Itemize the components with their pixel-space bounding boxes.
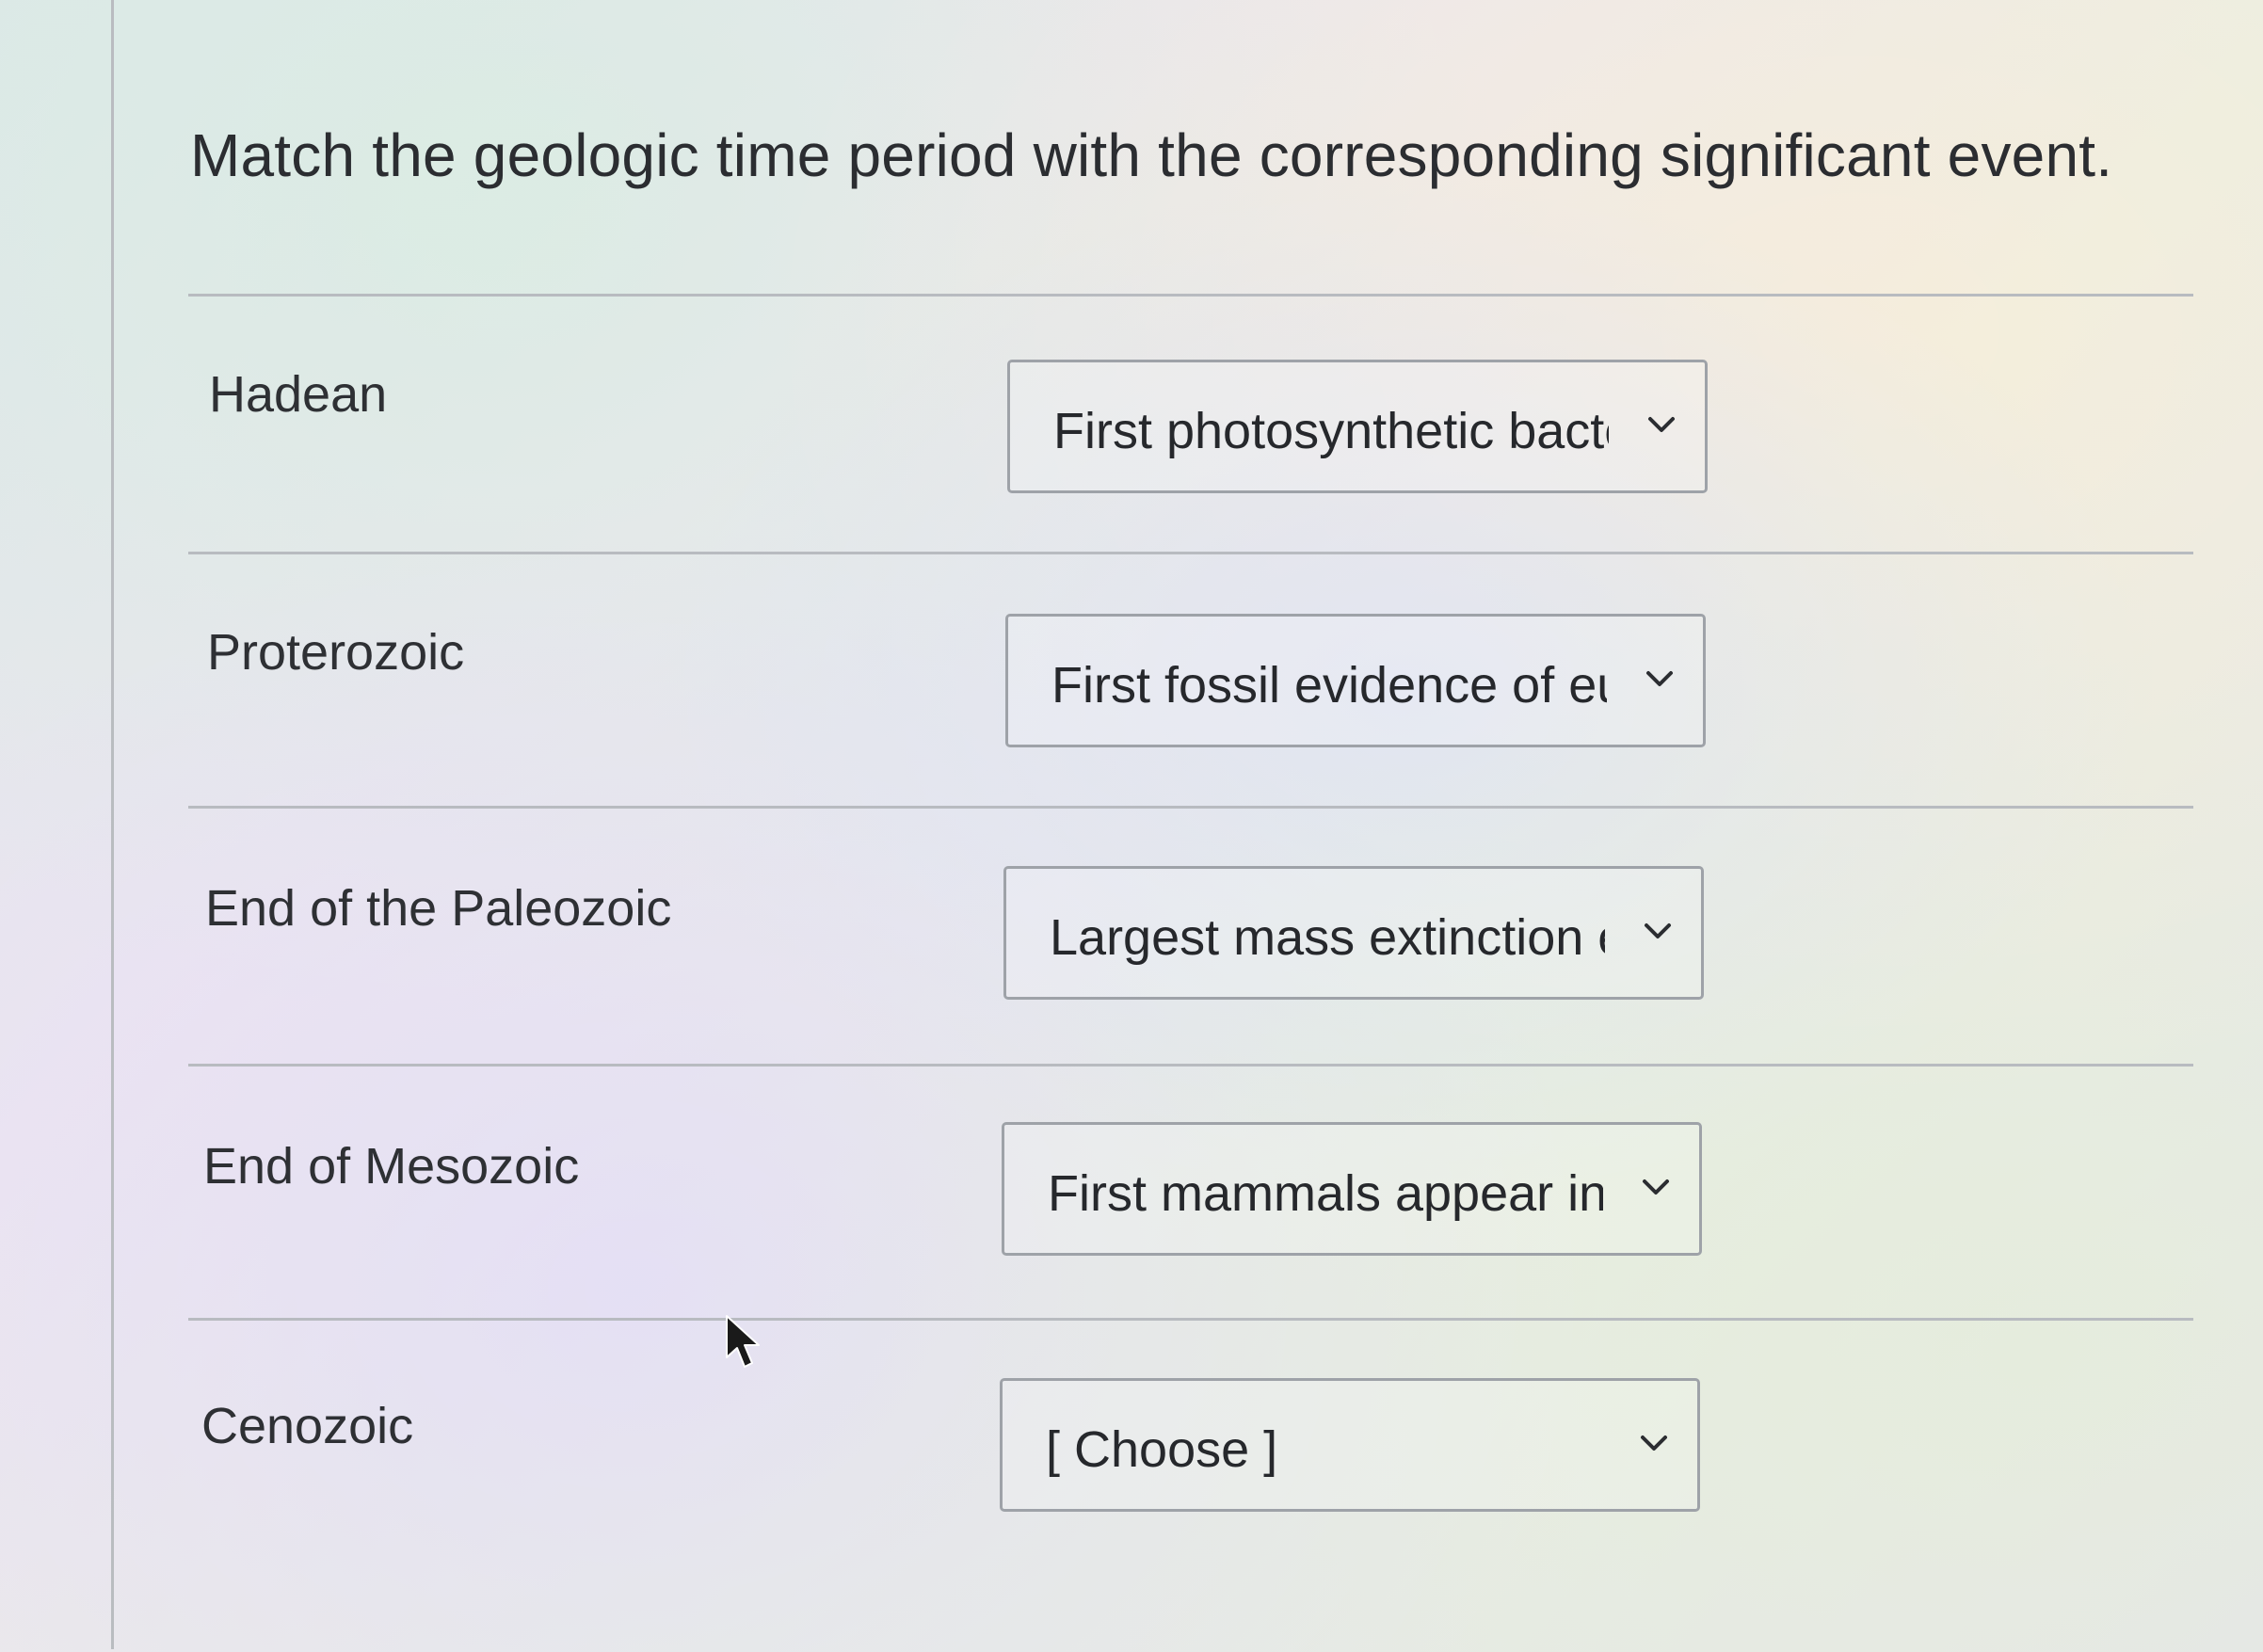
event-select-hadean[interactable]: First photosynthetic bacte — [1007, 360, 1708, 493]
chevron-down-icon — [1641, 1435, 1667, 1451]
selected-value: First photosynthetic bacte — [1053, 403, 1609, 459]
selected-value: First fossil evidence of eul — [1051, 657, 1607, 714]
period-label-end-of-mesozoic: End of Mesozoic — [203, 1138, 580, 1195]
chevron-down-icon — [1648, 417, 1675, 432]
event-select-cenozoic[interactable]: [ Choose ] — [1000, 1378, 1700, 1512]
selected-value: First mammals appear in t — [1048, 1165, 1603, 1222]
mouse-pointer-icon — [726, 1315, 760, 1368]
period-label-proterozoic: Proterozoic — [207, 624, 465, 681]
chevron-down-icon — [1646, 671, 1673, 686]
divider — [188, 552, 2193, 554]
selected-value: [ Choose ] — [1046, 1421, 1278, 1478]
period-label-hadean: Hadean — [209, 366, 388, 423]
event-select-end-of-mesozoic[interactable]: First mammals appear in t — [1002, 1122, 1702, 1256]
event-select-proterozoic[interactable]: First fossil evidence of eul — [1005, 614, 1706, 747]
selected-value: Largest mass extinction e' — [1050, 909, 1605, 966]
chevron-down-icon — [1645, 923, 1671, 938]
chevron-down-icon — [1643, 1179, 1669, 1195]
event-select-end-of-paleozoic[interactable]: Largest mass extinction e' — [1003, 866, 1704, 1000]
divider — [188, 1318, 2193, 1321]
period-label-end-of-paleozoic: End of the Paleozoic — [205, 880, 672, 937]
period-label-cenozoic: Cenozoic — [201, 1398, 414, 1454]
divider — [188, 1064, 2193, 1067]
divider — [188, 294, 2193, 297]
question-text: Match the geologic time period with the … — [190, 121, 2113, 189]
divider — [188, 806, 2193, 809]
